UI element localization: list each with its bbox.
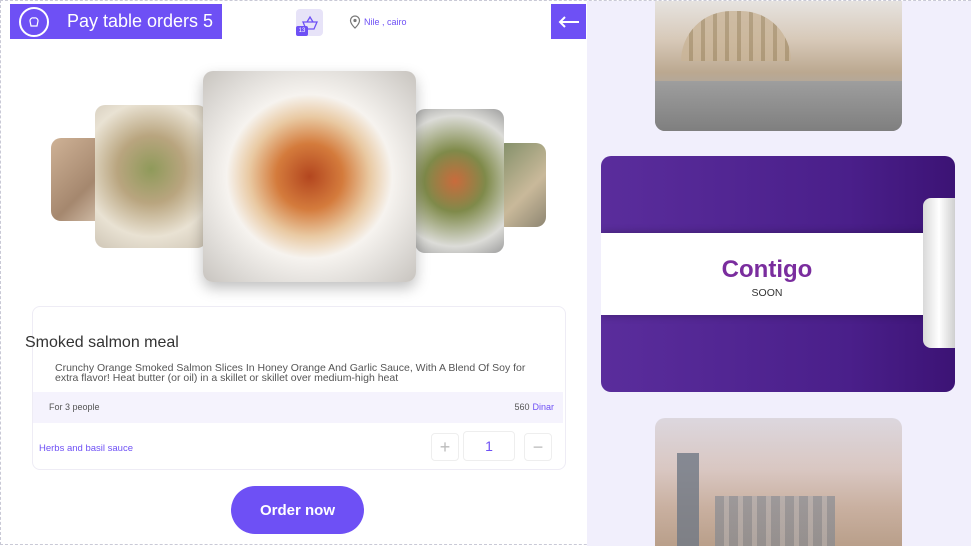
back-button[interactable] — [551, 4, 586, 39]
page-title: Pay table orders 5 — [58, 4, 222, 39]
cart-button[interactable]: 13 — [296, 9, 323, 36]
restaurant-logo[interactable] — [10, 4, 58, 39]
promo-banner[interactable]: Contigo SOON — [601, 156, 955, 392]
arrow-left-icon — [558, 15, 579, 28]
price-label: 560 Dinar — [514, 402, 554, 412]
currency-label: Dinar — [532, 402, 554, 412]
meal-description: Crunchy Orange Smoked Salmon Slices In H… — [55, 362, 526, 384]
city-skyline — [715, 496, 835, 546]
header-bar: Pay table orders 5 13 Nile , cairo — [10, 4, 586, 39]
meal-thumbnail[interactable] — [95, 105, 207, 248]
addon-label[interactable]: Herbs and basil sauce — [39, 443, 133, 454]
street-photo-strip — [655, 81, 902, 131]
tower-building — [677, 453, 699, 546]
decrease-quantity-button[interactable]: − — [524, 433, 552, 461]
quantity-field[interactable]: 1 — [463, 431, 515, 461]
serving-row: For 3 people 560 Dinar — [33, 392, 563, 423]
location-pin-icon — [349, 15, 361, 29]
order-now-button[interactable]: Order now — [231, 486, 364, 534]
meal-thumbnail[interactable] — [415, 109, 504, 253]
cart-count-badge: 13 — [296, 26, 308, 36]
meal-main-image[interactable] — [203, 71, 416, 282]
serving-size: For 3 people — [49, 402, 100, 412]
promo-tagline: SOON — [751, 287, 783, 299]
increase-quantity-button[interactable]: + — [431, 433, 459, 461]
location-label: Nile , cairo — [364, 17, 407, 27]
chef-hat-icon — [19, 6, 49, 37]
price-value: 560 — [514, 402, 530, 412]
app-page: Pay table orders 5 13 Nile , cairo Smoke… — [0, 0, 971, 546]
brand-logo-text: Contigo — [721, 256, 813, 283]
meal-name: Smoked salmon meal — [25, 334, 179, 351]
location-selector[interactable]: Nile , cairo — [349, 15, 407, 29]
